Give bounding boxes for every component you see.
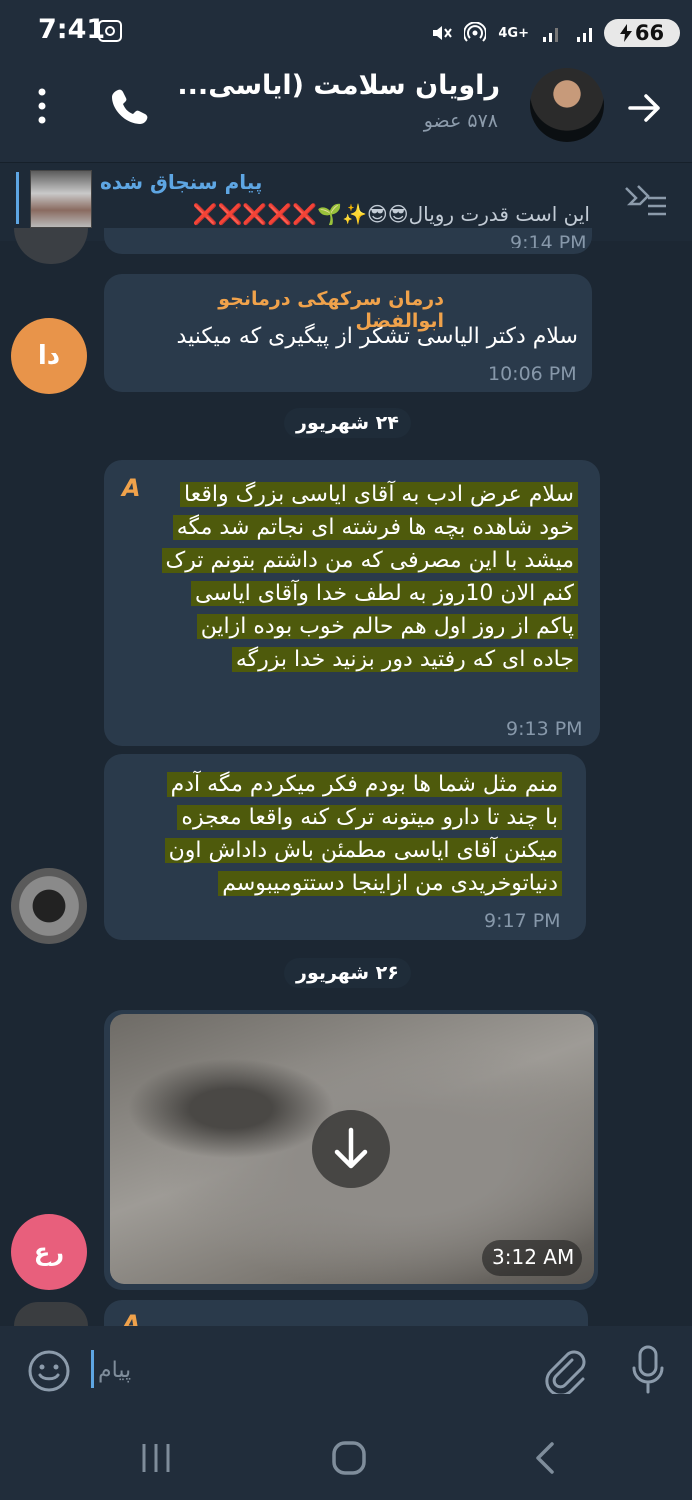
previous-avatar [14,228,88,264]
message-text: منم مثل شما ها بودم فکر میکردم مگه آدم ب… [116,768,562,900]
home-icon[interactable] [330,1438,368,1478]
message-time: 10:06 PM [488,363,577,385]
date-separator: ۲۴ شهریور [284,408,411,438]
text-line: سلام عرض ادب به آقای ایاسی بزرگ واقعا [180,482,578,507]
recent-apps-icon[interactable] [138,1440,174,1476]
sender-name: A [122,1310,141,1326]
status-time: 7:41 [38,14,106,45]
signal-icon-1 [543,28,558,42]
hotspot-icon [464,22,487,42]
emoji-icon[interactable] [26,1348,72,1394]
battery-indicator: 66 [604,19,680,47]
back-nav-icon[interactable] [530,1440,560,1476]
message-time: 9:13 PM [506,718,583,740]
attach-icon[interactable] [542,1346,586,1394]
pin-list-icon[interactable] [622,182,670,222]
sender-avatar[interactable]: دا [11,318,87,394]
pinned-thumbnail [30,170,92,228]
text-line: با چند تا دارو میتونه ترک کنه واقعا معجز… [177,805,562,830]
message-text: سلام عرض ادب به آقای ایاسی بزرگ واقعا خو… [116,478,578,676]
message-input[interactable] [96,1348,520,1392]
mute-icon [433,26,453,40]
member-count: ۵۷۸ عضو [423,110,498,132]
charging-icon [619,24,632,42]
text-line: منم مثل شما ها بودم فکر میکردم مگه آدم [166,772,562,797]
pinned-title: پیام سنجاق شده [100,170,263,194]
microphone-icon[interactable] [630,1344,666,1396]
pinned-indicator [16,172,19,224]
signal-icon-2 [577,28,592,42]
text-line: خود شاهده بچه ها فرشته ای نجاتم شد مگه [172,515,578,540]
phone-call-icon[interactable] [108,84,152,128]
network-type: 4G+ [498,25,529,41]
next-avatar [14,1302,88,1326]
status-icons: 4G+ [430,20,597,46]
text-line: دنیاتوخریدی من ازاینجا دستتومیبوسم [218,871,562,896]
text-line: جاده ای که رفتید دور بزنید خدا بزرگه [231,647,578,672]
sender-avatar-photo[interactable] [11,868,87,944]
pinned-text: این است قدرت رویال😎😎✨🌱❌❌❌❌❌ [192,202,590,226]
group-avatar[interactable] [530,68,604,142]
download-icon[interactable] [312,1110,390,1188]
previous-time: 9:14 PM [510,232,587,248]
text-line: میکنن آقای ایاسی مطمئن باش داداش اون [164,838,562,863]
next-bubble [104,1300,588,1326]
screen-record-icon [98,20,122,42]
battery-level: 66 [634,21,665,45]
text-cursor [91,1350,94,1388]
message-time: 9:17 PM [484,910,561,932]
more-menu-icon[interactable] [32,86,52,126]
sender-avatar[interactable]: رع [11,1214,87,1290]
message-time: 3:12 AM [492,1245,575,1269]
avatar-initials: رع [33,1238,65,1266]
back-arrow-icon[interactable] [624,88,664,128]
chat-title[interactable]: راویان سلامت (ایاسی... [177,70,500,101]
text-line: میشد با این مصرفی که من داشتم بتونم ترک [161,548,578,573]
message-text: سلام دکتر الیاسی تشکر از پیگیری که میکنی… [176,324,578,349]
date-separator: ۲۶ شهریور [284,958,411,988]
text-line: پاکم از روز اول هم حالم خوب بوده ازاین [196,614,578,639]
avatar-initials: دا [37,341,61,371]
text-line: کنم الان 10روز به لطف خدا وآقای ایاسی [191,581,578,606]
